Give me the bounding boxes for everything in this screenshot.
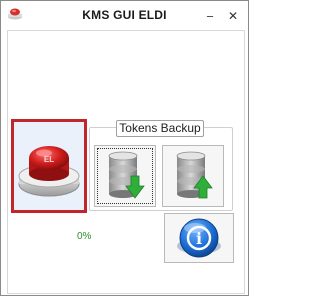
title-bar: KMS GUI ELDI ─ ✕ <box>1 1 248 29</box>
activate-button[interactable]: EL <box>11 119 87 213</box>
progress-percent: 0% <box>77 231 92 242</box>
restore-tokens-button[interactable] <box>162 145 224 207</box>
red-push-button-icon: EL <box>18 146 80 197</box>
minimize-button[interactable]: ─ <box>201 5 219 23</box>
minimize-icon: ─ <box>206 12 214 23</box>
info-button[interactable]: i <box>164 213 234 263</box>
backup-tokens-button[interactable] <box>94 145 156 207</box>
info-icon: i <box>177 218 221 258</box>
close-icon: ✕ <box>227 9 239 23</box>
close-button[interactable]: ✕ <box>224 5 242 23</box>
activate-button-label: EL <box>44 155 54 164</box>
tokens-backup-label: Tokens Backup <box>116 120 204 137</box>
info-glyph: i <box>196 229 202 248</box>
focus-rect <box>97 148 153 204</box>
main-window: KMS GUI ELDI ─ ✕ EL Tokens Backup 0% i <box>0 0 249 296</box>
database-up-arrow-icon <box>176 151 213 199</box>
